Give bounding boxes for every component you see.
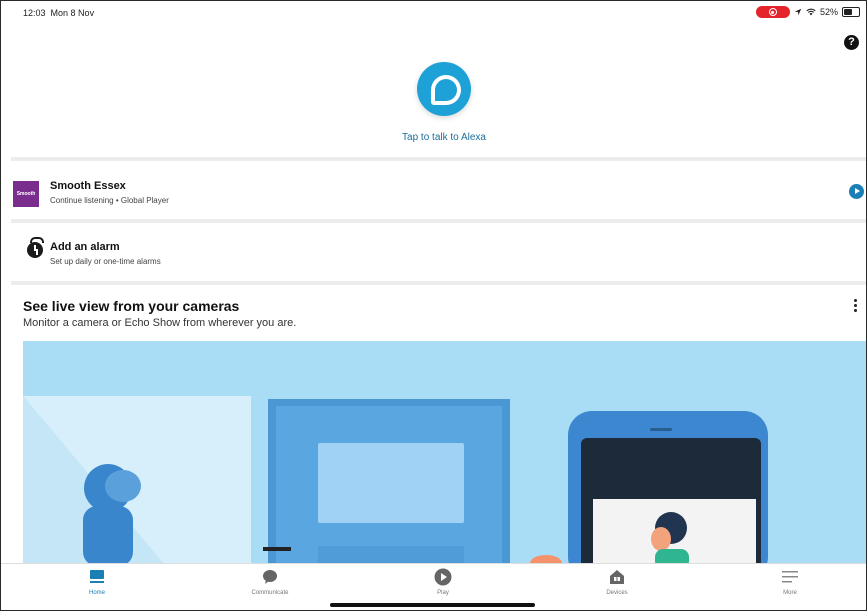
add-alarm-subtitle: Set up daily or one-time alarms bbox=[50, 257, 161, 266]
nav-devices-label: Devices bbox=[606, 590, 628, 596]
battery-icon bbox=[842, 7, 860, 17]
play-circle-icon bbox=[434, 568, 452, 586]
nav-devices[interactable]: Devices bbox=[577, 564, 657, 610]
divider bbox=[11, 281, 866, 285]
cameras-illustration-art bbox=[23, 396, 768, 563]
nav-communicate[interactable]: Communicate bbox=[230, 564, 310, 610]
devices-house-icon bbox=[610, 570, 624, 584]
status-date: Mon 8 Nov bbox=[50, 8, 95, 18]
wifi-icon bbox=[806, 8, 816, 16]
hamburger-menu-icon bbox=[782, 571, 798, 583]
chat-bubble-icon bbox=[263, 570, 277, 584]
cameras-card-title: See live view from your cameras bbox=[23, 298, 240, 314]
status-clock: 12:03 bbox=[23, 8, 46, 18]
status-time: 12:03 Mon 8 Nov bbox=[23, 8, 94, 18]
cameras-illustration[interactable] bbox=[23, 341, 866, 563]
alarm-clock-icon bbox=[27, 237, 44, 258]
station-logo: Smooth bbox=[13, 181, 39, 207]
now-playing-title: Smooth Essex bbox=[50, 180, 126, 192]
nav-more[interactable]: More bbox=[750, 564, 830, 610]
add-alarm-title: Add an alarm bbox=[50, 241, 120, 253]
kebab-menu-icon[interactable] bbox=[854, 299, 858, 314]
app-window: 12:03 Mon 8 Nov 52% ? Tap to talk to Ale… bbox=[0, 0, 867, 611]
play-icon[interactable] bbox=[849, 184, 864, 199]
station-logo-text: Smooth bbox=[16, 191, 36, 197]
cameras-card-subtitle: Monitor a camera or Echo Show from where… bbox=[23, 317, 297, 329]
nav-play-label: Play bbox=[437, 590, 449, 596]
nav-home[interactable]: Home bbox=[57, 564, 137, 610]
nav-communicate-label: Communicate bbox=[251, 590, 289, 596]
home-icon bbox=[90, 570, 104, 583]
battery-percent: 52% bbox=[819, 7, 838, 17]
now-playing-subtitle: Continue listening • Global Player bbox=[50, 196, 169, 205]
nav-more-label: More bbox=[783, 590, 797, 596]
location-arrow-icon bbox=[794, 8, 802, 16]
status-icons: 52% bbox=[755, 6, 860, 18]
home-indicator[interactable] bbox=[330, 603, 535, 607]
now-playing-card[interactable] bbox=[11, 161, 866, 216]
nav-home-label: Home bbox=[88, 590, 105, 596]
alexa-icon[interactable] bbox=[417, 62, 471, 116]
add-alarm-card[interactable] bbox=[11, 223, 866, 278]
help-icon[interactable]: ? bbox=[844, 35, 859, 50]
status-bar: 12:03 Mon 8 Nov 52% bbox=[1, 1, 866, 21]
screen-record-icon[interactable] bbox=[755, 6, 790, 18]
tap-to-talk-label[interactable]: Tap to talk to Alexa bbox=[1, 132, 866, 143]
